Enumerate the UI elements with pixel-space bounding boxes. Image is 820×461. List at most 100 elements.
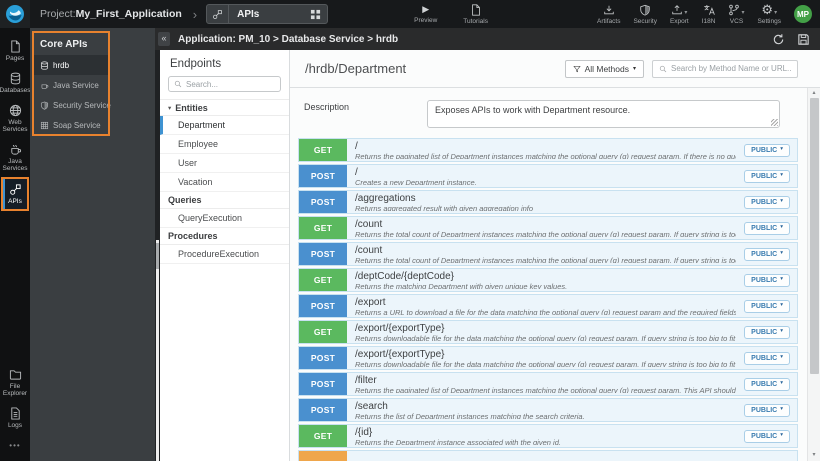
api-description: Creates a new Department instance. [355,178,477,185]
sidebar-item-file-explorer[interactable]: File Explorer [0,363,30,402]
export-button[interactable]: ▾ Export [670,4,689,25]
description-textarea[interactable]: Exposes APIs to work with Department res… [428,101,779,127]
api-endpoint-row[interactable]: POST /count Returns the total count of D… [298,242,798,266]
method-search-input[interactable] [671,64,791,73]
method-search[interactable] [652,59,798,78]
section-entities[interactable]: ▾ Entities [160,99,289,116]
visibility-dropdown[interactable]: PUBLIC ▾ [744,351,790,365]
sidebar-item-apis[interactable]: APIs [1,177,29,211]
core-apis-item-hrdb[interactable]: hrdb [34,55,108,75]
visibility-dropdown[interactable]: PUBLIC ▾ [744,195,790,209]
visibility-label: PUBLIC [751,432,778,440]
page-icon [9,40,22,53]
http-method-badge: POST [299,347,347,369]
api-endpoint-row[interactable]: GET / Returns the paginated list of Depa… [298,138,798,162]
i18n-button[interactable]: I18N [702,4,715,25]
app-header-bar: « Application: PM_10 > Database Service … [155,28,820,50]
visibility-dropdown[interactable]: PUBLIC ▾ [744,377,790,391]
visibility-dropdown[interactable]: PUBLIC ▾ [744,247,790,261]
security-button[interactable]: Security [633,4,657,25]
sidebar-item-web-services[interactable]: Web Services [0,99,30,138]
visibility-dropdown[interactable]: PUBLIC ▾ [744,169,790,183]
api-path: /export/{exportType} [355,323,445,334]
user-avatar[interactable]: MP [794,5,812,23]
scrollbar-thumb[interactable] [809,98,819,374]
api-endpoint-row-partial[interactable] [298,450,798,461]
panel-scrollbar-track[interactable] [156,240,159,461]
main-scrollbar[interactable]: ▴ ▾ [807,88,820,461]
sidebar-item-logs[interactable]: Logs [0,402,30,434]
chevron-down-icon: ▾ [780,250,783,257]
refresh-icon[interactable] [772,33,785,46]
http-method-badge: POST [299,373,347,395]
resize-handle[interactable] [771,119,778,126]
api-endpoint-row[interactable]: POST /export/{exportType} Returns downlo… [298,346,798,370]
scroll-up-icon[interactable]: ▴ [812,88,815,97]
preview-button[interactable]: ▶ Preview [414,4,437,24]
visibility-dropdown[interactable]: PUBLIC ▾ [744,221,790,235]
visibility-dropdown[interactable]: PUBLIC ▾ [744,143,790,157]
visibility-dropdown[interactable]: PUBLIC ▾ [744,273,790,287]
visibility-dropdown[interactable]: PUBLIC ▾ [744,299,790,313]
core-apis-item-java-service[interactable]: Java Service [34,75,108,95]
http-method-badge: POST [299,165,347,187]
visibility-dropdown[interactable]: PUBLIC ▾ [744,429,790,443]
sidebar-item-java-services[interactable]: Java Services [0,138,30,177]
api-endpoint-row[interactable]: POST /aggregations Returns aggregated re… [298,190,798,214]
vcs-label: VCS [729,17,744,25]
main-header: /hrdb/Department All Methods ▾ [290,50,820,88]
artifacts-label: Artifacts [596,17,621,25]
api-endpoint-row[interactable]: POST /export Returns a URL to download a… [298,294,798,318]
endpoint-item-employee[interactable]: Employee [160,135,289,154]
web-services-label: Web Services [2,119,28,133]
database-icon [40,60,49,70]
sidebar-item-pages[interactable]: Pages [0,35,30,67]
tutorials-button[interactable]: Tutorials [463,3,488,25]
perspective-label: APIs [237,8,260,20]
api-endpoint-row[interactable]: GET /deptCode/{deptCode} Returns the mat… [298,268,798,292]
sidebar-item-databases[interactable]: Databases [0,67,31,99]
api-info: /export/{exportType} Returns downloadabl… [347,321,744,343]
vcs-button[interactable]: ▾ VCS [728,4,745,25]
endpoint-item-queryexecution[interactable]: QueryExecution [160,209,289,228]
api-description: Returns the total count of Department in… [355,230,737,237]
endpoint-item-procedureexecution[interactable]: ProcedureExecution [160,245,289,264]
chevron-down-icon: ▾ [774,10,778,16]
settings-button[interactable]: ⚙ ▾ Settings [758,3,782,25]
section-procedures[interactable]: Procedures [160,228,289,245]
visibility-dropdown[interactable]: PUBLIC ▾ [744,325,790,339]
sidebar-bottom-group: File Explorer Logs ••• [0,363,30,461]
core-apis-item-soap-service[interactable]: Soap Service [34,115,108,135]
visibility-dropdown[interactable]: PUBLIC ▾ [744,403,790,417]
endpoint-item-user[interactable]: User [160,154,289,173]
scroll-down-icon[interactable]: ▾ [812,452,815,461]
artifacts-button[interactable]: Artifacts [597,4,620,25]
save-icon[interactable] [797,33,810,46]
endpoint-item-department[interactable]: Department [160,116,289,135]
endpoint-item-vacation[interactable]: Vacation [160,173,289,192]
endpoints-search-input[interactable] [186,79,275,89]
collapse-panel-button[interactable]: « [158,32,170,46]
coffee-cup-icon [40,81,49,90]
more-options-icon[interactable]: ••• [9,434,20,457]
section-queries[interactable]: Queries [160,192,289,209]
visibility-label: PUBLIC [751,354,778,362]
perspective-dropdown[interactable]: APIs [206,4,329,24]
endpoints-search[interactable] [168,76,281,92]
api-endpoint-row[interactable]: GET /{id} Returns the Department instanc… [298,424,798,448]
visibility-label: PUBLIC [751,172,778,180]
api-endpoint-row[interactable]: GET /export/{exportType} Returns downloa… [298,320,798,344]
visibility-label: PUBLIC [751,276,778,284]
grid-icon [310,9,321,20]
methods-filter-dropdown[interactable]: All Methods ▾ [564,59,644,78]
api-endpoint-row[interactable]: POST /search Returns the list of Departm… [298,398,798,422]
api-endpoint-row[interactable]: POST /filter Returns the paginated list … [298,372,798,396]
core-apis-item-security-service[interactable]: Security Service [34,95,111,115]
api-endpoint-row[interactable]: POST / Creates a new Department instance… [298,164,798,188]
api-endpoint-row[interactable]: GET /count Returns the total count of De… [298,216,798,240]
breadcrumb: Application: PM_10 > Database Service > … [178,33,399,45]
search-icon [174,80,182,88]
api-path: / [355,141,358,152]
app-logo[interactable] [0,0,30,28]
panel-scrollbar-thumb[interactable] [156,243,159,269]
